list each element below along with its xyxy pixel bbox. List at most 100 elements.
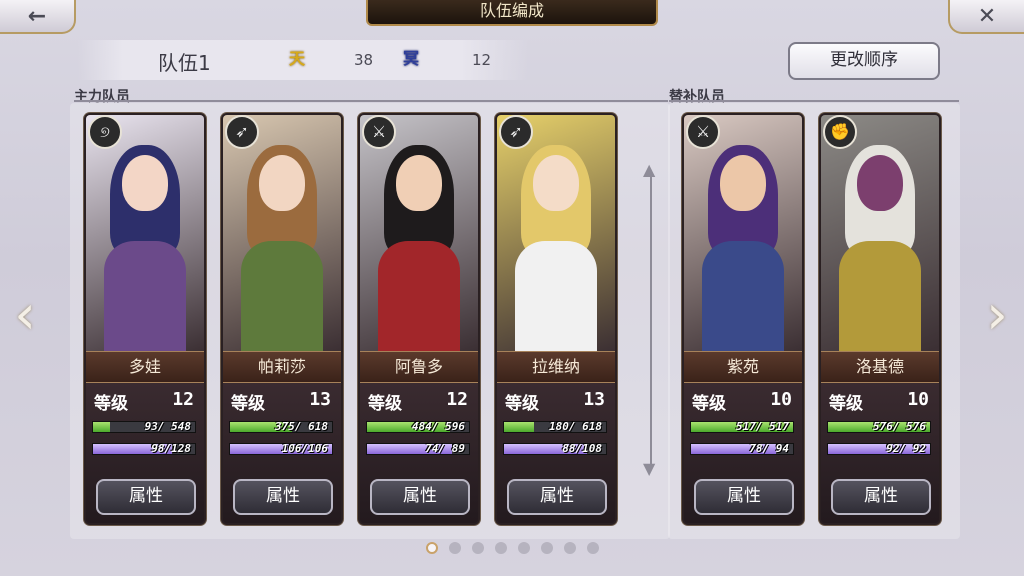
character-portrait — [684, 115, 802, 351]
character-body — [839, 241, 921, 351]
bow-icon: ➶ — [225, 115, 259, 149]
attributes-button[interactable]: 属性 — [233, 479, 333, 515]
character-face — [122, 155, 168, 211]
member-name: 洛基德 — [821, 351, 939, 383]
character-figure — [698, 145, 788, 351]
back-arrow-icon: ← — [27, 3, 47, 29]
mp-value: 98/128 — [151, 442, 191, 455]
back-button[interactable]: ← — [0, 0, 76, 34]
level-label: 等级 — [231, 394, 265, 414]
level-label: 等级 — [692, 394, 726, 414]
character-figure — [511, 145, 601, 351]
level-label: 等级 — [505, 394, 539, 414]
page-indicator — [426, 542, 599, 556]
sub-section-divider — [669, 100, 959, 102]
attributes-button[interactable]: 属性 — [96, 479, 196, 515]
sun-stat-value: 38 — [354, 51, 374, 69]
hp-bar: 180/ 618 — [503, 420, 607, 433]
page-dot[interactable] — [426, 542, 438, 554]
page-dot[interactable] — [541, 542, 553, 554]
mp-bar: 98/128 — [92, 442, 196, 455]
hp-value: 484/ 596 — [412, 420, 465, 433]
level-label: 等级 — [94, 394, 128, 414]
attributes-button[interactable]: 属性 — [694, 479, 794, 515]
level-value: 10 — [770, 389, 792, 410]
attributes-button[interactable]: 属性 — [370, 479, 470, 515]
mp-bar: 78/ 94 — [690, 442, 794, 455]
hp-value: 517/ 517 — [736, 420, 789, 433]
close-button[interactable]: ✕ — [948, 0, 1024, 34]
moon-stat-value: 12 — [472, 51, 492, 69]
level-value: 13 — [583, 389, 605, 410]
mp-value: 78/ 94 — [749, 442, 789, 455]
prev-page-button[interactable]: ‹ — [8, 285, 42, 349]
level-value: 12 — [172, 389, 194, 410]
member-name: 阿鲁多 — [360, 351, 478, 383]
member-stats: 等级 13 375/ 618 106/106 属性 — [223, 383, 341, 523]
member-card[interactable]: ⚔ 紫苑 等级 10 517/ 517 78/ 94 属性 — [682, 113, 804, 525]
reorder-button[interactable]: 更改顺序 — [788, 42, 940, 80]
character-face — [396, 155, 442, 211]
fist-icon: ✊ — [823, 115, 857, 149]
member-name: 帕莉莎 — [223, 351, 341, 383]
character-portrait — [86, 115, 204, 351]
level-value: 13 — [309, 389, 331, 410]
member-card[interactable]: ➶ 帕莉莎 等级 13 375/ 618 106/106 属性 — [221, 113, 343, 525]
page-dot[interactable] — [587, 542, 599, 554]
hp-fill — [93, 422, 111, 432]
character-body — [378, 241, 460, 351]
character-portrait — [821, 115, 939, 351]
swap-indicator: ▲ ▼ — [643, 160, 659, 478]
mp-value: 92/ 92 — [886, 442, 926, 455]
character-face — [720, 155, 766, 211]
mp-bar: 74/ 89 — [366, 442, 470, 455]
down-arrow-icon: ▼ — [643, 459, 656, 478]
character-portrait — [497, 115, 615, 351]
mp-value: 88/108 — [562, 442, 602, 455]
member-card[interactable]: ➶ 拉维纳 等级 13 180/ 618 88/108 属性 — [495, 113, 617, 525]
character-body — [515, 241, 597, 351]
character-face — [533, 155, 579, 211]
attributes-button[interactable]: 属性 — [507, 479, 607, 515]
mp-bar: 92/ 92 — [827, 442, 931, 455]
character-body — [104, 241, 186, 351]
character-figure — [374, 145, 464, 351]
hp-bar: 484/ 596 — [366, 420, 470, 433]
main-section-divider — [74, 100, 668, 102]
close-icon: ✕ — [977, 3, 997, 29]
team-info-bar: 队伍1 天 38 冥 12 — [78, 40, 528, 80]
attributes-button[interactable]: 属性 — [831, 479, 931, 515]
member-name: 多娃 — [86, 351, 204, 383]
member-stats: 等级 12 484/ 596 74/ 89 属性 — [360, 383, 478, 523]
staff-icon: ୭ — [88, 115, 122, 149]
page-dot[interactable] — [449, 542, 461, 554]
mp-bar: 88/108 — [503, 442, 607, 455]
character-body — [702, 241, 784, 351]
character-figure — [100, 145, 190, 351]
page-dot[interactable] — [564, 542, 576, 554]
hp-fill — [504, 422, 534, 432]
member-card[interactable]: ✊ 洛基德 等级 10 576/ 576 92/ 92 属性 — [819, 113, 941, 525]
character-face — [857, 155, 903, 211]
blade-icon: ⚔ — [686, 115, 720, 149]
hp-value: 576/ 576 — [873, 420, 926, 433]
character-portrait — [360, 115, 478, 351]
level-value: 10 — [907, 389, 929, 410]
mp-value: 106/106 — [281, 442, 328, 455]
bow-icon: ➶ — [499, 115, 533, 149]
sun-icon: 天 — [288, 49, 305, 68]
member-card[interactable]: ୭ 多娃 等级 12 93/ 548 98/128 属性 — [84, 113, 206, 525]
member-stats: 等级 12 93/ 548 98/128 属性 — [86, 383, 204, 523]
page-title: 队伍编成 — [366, 0, 658, 26]
hp-bar: 517/ 517 — [690, 420, 794, 433]
character-body — [241, 241, 323, 351]
hp-bar: 93/ 548 — [92, 420, 196, 433]
next-page-button[interactable]: › — [980, 285, 1014, 349]
page-dot[interactable] — [472, 542, 484, 554]
mp-value: 74/ 89 — [425, 442, 465, 455]
member-card[interactable]: ⚔ 阿鲁多 等级 12 484/ 596 74/ 89 属性 — [358, 113, 480, 525]
hp-value: 180/ 618 — [549, 420, 602, 433]
page-dot[interactable] — [495, 542, 507, 554]
sword-icon: ⚔ — [362, 115, 396, 149]
page-dot[interactable] — [518, 542, 530, 554]
